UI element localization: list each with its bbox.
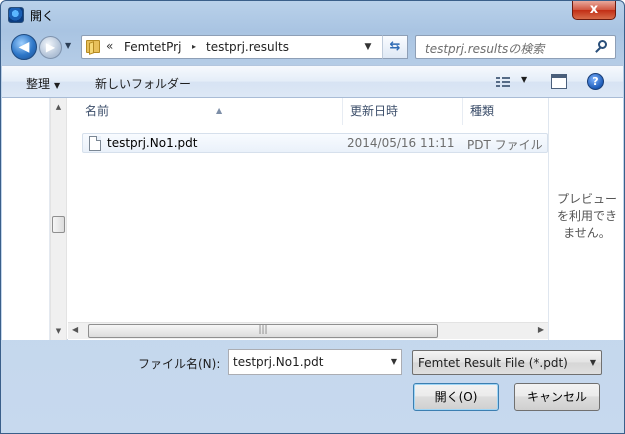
chevron-down-icon[interactable]: ▼ [391,357,397,366]
chevron-down-icon: ▼ [54,81,61,90]
view-details-icon [496,76,510,88]
nav-vertical-scrollbar[interactable]: ▲ ▼ [50,98,67,340]
search-icon[interactable] [595,40,609,54]
address-separator-icon[interactable]: ▸ [192,42,196,51]
chevron-down-icon: ▼ [521,75,528,84]
address-segment-femtetprj[interactable]: FemtetPrj [124,40,181,54]
new-folder-button[interactable]: 新しいフォルダー [95,75,191,92]
close-button[interactable]: x [572,1,616,20]
back-button[interactable]: ◀ [11,34,37,60]
filename-value: testprj.No1.pdt [233,355,324,369]
refresh-icon[interactable]: ⇆ [382,35,408,59]
horizontal-scrollbar[interactable]: ◀ ||| ▶ [68,322,548,339]
scroll-up-icon[interactable]: ▲ [51,100,66,114]
search-placeholder: testprj.resultsの検索 [425,42,545,56]
file-type-select[interactable]: Femtet Result File (*.pdt) ▼ [412,350,602,375]
recent-pages-dropdown[interactable]: ▼ [65,41,75,51]
column-type-header[interactable]: 種類 [463,98,548,125]
folder-icon [86,39,102,55]
filename-label: ファイル名(N): [138,357,221,371]
column-header: 名前 ▲ 更新日時 種類 [68,98,548,125]
title-bar[interactable]: 開く x [1,1,624,29]
open-dialog-window: 開く x ◀ ▶ ▼ « FemtetPrj ▸ testprj.results… [0,0,625,434]
scroll-thumb[interactable]: ||| [88,324,438,338]
organize-label: 整理 [26,77,51,91]
globe-icon [8,7,24,23]
document-icon [89,136,101,151]
window-title: 開く [30,9,55,23]
filename-input[interactable]: testprj.No1.pdt ▼ [228,349,402,375]
column-name-label: 名前 [85,104,110,118]
scroll-left-icon[interactable]: ◀ [72,325,78,334]
command-toolbar: 整理 ▼ 新しいフォルダー ▼ ? [2,65,623,98]
search-input[interactable]: testprj.resultsの検索 [415,35,616,59]
file-date: 2014/05/16 11:11 [347,136,455,150]
file-name: testprj.No1.pdt [107,136,198,150]
help-icon[interactable]: ? [587,73,604,90]
column-name-header[interactable]: 名前 ▲ [78,98,343,125]
cancel-button[interactable]: キャンセル [514,383,600,411]
table-row[interactable]: testprj.No1.pdt 2014/05/16 11:11 PDT ファイ… [82,133,548,153]
address-dropdown-icon[interactable]: ▼ [357,36,379,58]
file-list[interactable]: 名前 ▲ 更新日時 種類 testprj.No1.pdt 2014/05/16 … [68,98,548,340]
scroll-thumb[interactable] [52,216,65,233]
scroll-right-icon[interactable]: ▶ [538,325,544,334]
preview-unavailable-text: プレビューを利用できません。 [556,192,617,240]
sort-ascending-icon: ▲ [216,106,223,115]
navigation-pane[interactable] [2,98,50,340]
preview-pane-icon[interactable] [551,74,567,89]
address-overflow-chevron[interactable]: « [106,39,113,53]
open-button[interactable]: 開く(O) [413,383,499,411]
preview-pane: プレビューを利用できません。 [548,98,623,340]
address-bar[interactable]: « FemtetPrj ▸ testprj.results ▼ [81,35,408,59]
organize-menu-button[interactable]: 整理 ▼ [26,75,60,92]
change-view-button[interactable]: ▼ [496,73,532,91]
forward-button[interactable]: ▶ [39,36,62,59]
content-area: ▲ ▼ 名前 ▲ 更新日時 種類 testprj.No1.pdt 2014/05… [2,98,623,340]
file-type-value: Femtet Result File (*.pdt) [418,356,568,370]
chevron-down-icon: ▼ [589,358,596,367]
scroll-down-icon[interactable]: ▼ [51,324,66,338]
file-type: PDT ファイル [467,138,543,152]
column-date-header[interactable]: 更新日時 [343,98,463,125]
address-segment-results[interactable]: testprj.results [206,40,289,54]
